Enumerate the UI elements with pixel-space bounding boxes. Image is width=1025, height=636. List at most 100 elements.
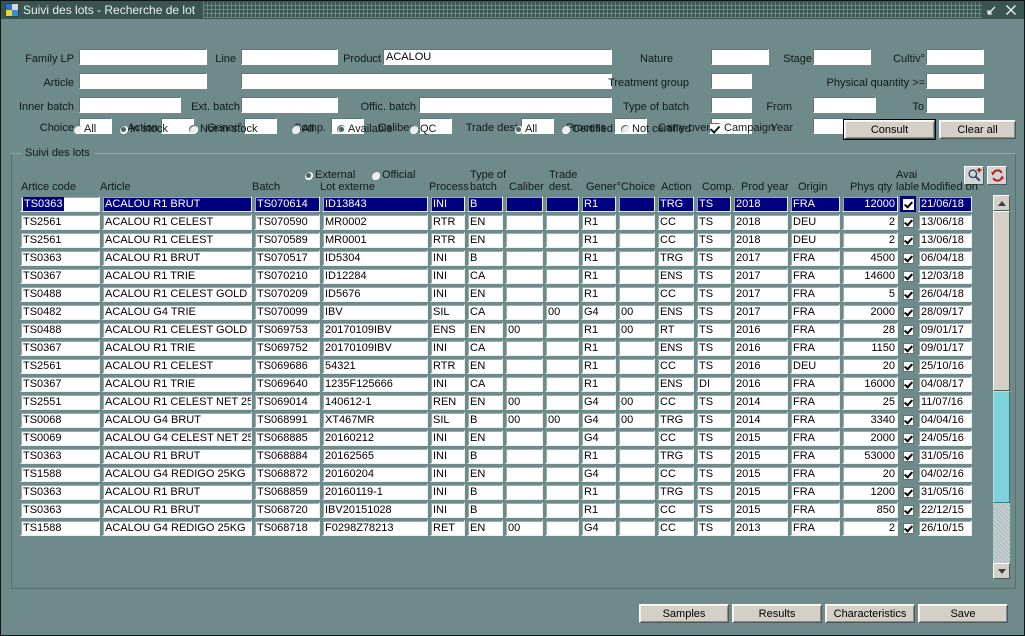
cell-prod-year[interactable]: 2018 [733, 232, 788, 248]
table-row[interactable]: TS0068 ACALOU G4 BRUT TS068991 XT467MR SIL B 0… [19, 411, 973, 429]
cell-origin[interactable]: FRA [790, 268, 840, 284]
cell-comp[interactable]: TS [696, 412, 731, 428]
cell-phys-qty[interactable]: 2000 [842, 304, 898, 320]
cell-gener[interactable]: R1 [581, 286, 616, 302]
cell-article[interactable]: ACALOU R1 CELEST [102, 232, 252, 248]
cell-trade-dest[interactable] [545, 268, 579, 284]
available-checkbox[interactable] [900, 520, 916, 536]
cell-gener[interactable]: R1 [581, 448, 616, 464]
avail-filter-available[interactable]: Available [337, 123, 392, 135]
cell-modified-on[interactable]: 04/04/16 [918, 412, 972, 428]
cell-article[interactable]: ACALOU G4 TRIE [102, 304, 252, 320]
cell-article[interactable]: ACALOU G4 BRUT [102, 412, 252, 428]
cell-trade-dest[interactable] [545, 358, 579, 374]
cell-comp[interactable]: TS [696, 340, 731, 356]
cell-lot-externe[interactable]: 20160204 [322, 466, 428, 482]
cell-phys-qty[interactable]: 14600 [842, 268, 898, 284]
cell-choice[interactable]: 00 [618, 304, 655, 320]
cell-caliber[interactable] [505, 268, 543, 284]
cell-process[interactable]: INI [430, 466, 465, 482]
cell-lot-externe[interactable]: 54321 [322, 358, 428, 374]
cell-comp[interactable]: TS [696, 250, 731, 266]
cell-modified-on[interactable]: 04/08/17 [918, 376, 972, 392]
cell-lot-externe[interactable]: 140612-1 [322, 394, 428, 410]
cell-process[interactable]: INI [430, 250, 465, 266]
cell-choice[interactable] [618, 250, 655, 266]
cell-article-code[interactable]: TS2551 [20, 394, 100, 410]
cell-trade-dest[interactable] [545, 214, 579, 230]
cell-batch[interactable]: TS070099 [254, 304, 320, 320]
table-row[interactable]: TS0069 ACALOU G4 CELEST NET 25K TS068885 20… [19, 429, 973, 447]
cell-batch[interactable]: TS069014 [254, 394, 320, 410]
nature-input[interactable] [711, 49, 769, 65]
cell-trade-dest[interactable]: 00 [545, 412, 579, 428]
cell-modified-on[interactable]: 31/05/16 [918, 484, 972, 500]
cell-choice[interactable] [618, 196, 655, 212]
cell-lot-externe[interactable]: IBV20151028 [322, 502, 428, 518]
cell-article[interactable]: ACALOU R1 BRUT [102, 484, 252, 500]
table-row[interactable]: TS0363 ACALOU R1 BRUT TS070517 ID5304 INI B R1… [19, 249, 973, 267]
cell-lot-externe[interactable]: 20170109IBV [322, 340, 428, 356]
cell-choice[interactable] [618, 358, 655, 374]
cell-trade-dest[interactable] [545, 466, 579, 482]
cell-origin[interactable]: FRA [790, 412, 840, 428]
cell-phys-qty[interactable]: 12000 [842, 196, 898, 212]
cell-type-of-batch[interactable]: EN [467, 214, 503, 230]
cell-trade-dest[interactable] [545, 448, 579, 464]
cell-origin[interactable]: DEU [790, 232, 840, 248]
cell-article[interactable]: ACALOU R1 TRIE [102, 376, 252, 392]
cell-lot-externe[interactable]: 20160119-1 [322, 484, 428, 500]
cell-type-of-batch[interactable]: EN [467, 358, 503, 374]
cell-caliber[interactable] [505, 466, 543, 482]
cell-action[interactable]: ENS [657, 376, 694, 392]
close-window-icon[interactable] [1005, 4, 1017, 16]
cell-choice[interactable] [618, 340, 655, 356]
cell-lot-externe[interactable]: ID13843 [322, 196, 428, 212]
cell-origin[interactable]: DEU [790, 358, 840, 374]
cell-article-code[interactable]: TS2561 [20, 358, 100, 374]
cell-article[interactable]: ACALOU G4 REDIGO 25KG [102, 466, 252, 482]
cell-article-code[interactable]: TS0363 [20, 196, 100, 212]
cell-comp[interactable]: TS [696, 520, 731, 536]
available-checkbox[interactable] [900, 358, 916, 374]
cell-modified-on[interactable]: 28/09/17 [918, 304, 972, 320]
grid-vertical-scrollbar[interactable] [993, 195, 1010, 579]
cell-modified-on[interactable]: 13/06/18 [918, 232, 972, 248]
cell-modified-on[interactable]: 31/05/16 [918, 448, 972, 464]
cell-prod-year[interactable]: 2017 [733, 250, 788, 266]
lots-grid[interactable]: TS0363 ACALOU R1 BRUT TS070614 ID13843 INI B R… [19, 195, 991, 579]
avail-filter-all[interactable]: All [291, 123, 314, 135]
inner-batch-input[interactable] [79, 97, 181, 113]
cell-prod-year[interactable]: 2016 [733, 358, 788, 374]
cell-trade-dest[interactable] [545, 286, 579, 302]
cell-process[interactable]: INI [430, 448, 465, 464]
cell-lot-externe[interactable]: ID5304 [322, 250, 428, 266]
cell-type-of-batch[interactable]: B [467, 502, 503, 518]
cell-choice[interactable] [618, 430, 655, 446]
cell-type-of-batch[interactable]: CA [467, 304, 503, 320]
cell-action[interactable]: TRG [657, 196, 694, 212]
cell-article-code[interactable]: TS0482 [20, 304, 100, 320]
cell-process[interactable]: RTR [430, 214, 465, 230]
cell-caliber[interactable]: 00 [505, 520, 543, 536]
available-checkbox[interactable] [900, 502, 916, 518]
cell-process[interactable]: INI [430, 484, 465, 500]
cell-prod-year[interactable]: 2015 [733, 448, 788, 464]
table-row[interactable]: TS0367 ACALOU R1 TRIE TS070210 ID12284 INI CA… [19, 267, 973, 285]
title-bar-drag-area[interactable] [203, 2, 982, 18]
cell-gener[interactable]: G4 [581, 466, 616, 482]
product-input[interactable]: ACALOU [383, 49, 612, 65]
cell-trade-dest[interactable] [545, 484, 579, 500]
cell-article-code[interactable]: TS2561 [20, 214, 100, 230]
cell-article[interactable]: ACALOU R1 BRUT [102, 250, 252, 266]
cell-type-of-batch[interactable]: EN [467, 322, 503, 338]
cell-trade-dest[interactable] [545, 322, 579, 338]
table-row[interactable]: TS0363 ACALOU R1 BRUT TS068884 20162565 INI B… [19, 447, 973, 465]
cell-article[interactable]: ACALOU R1 CELEST NET 25K [102, 394, 252, 410]
cell-caliber[interactable] [505, 484, 543, 500]
cell-type-of-batch[interactable]: B [467, 448, 503, 464]
cell-caliber[interactable] [505, 196, 543, 212]
cell-gener[interactable]: R1 [581, 250, 616, 266]
cell-gener[interactable]: G4 [581, 520, 616, 536]
cell-lot-externe[interactable]: 1235F125666 [322, 376, 428, 392]
